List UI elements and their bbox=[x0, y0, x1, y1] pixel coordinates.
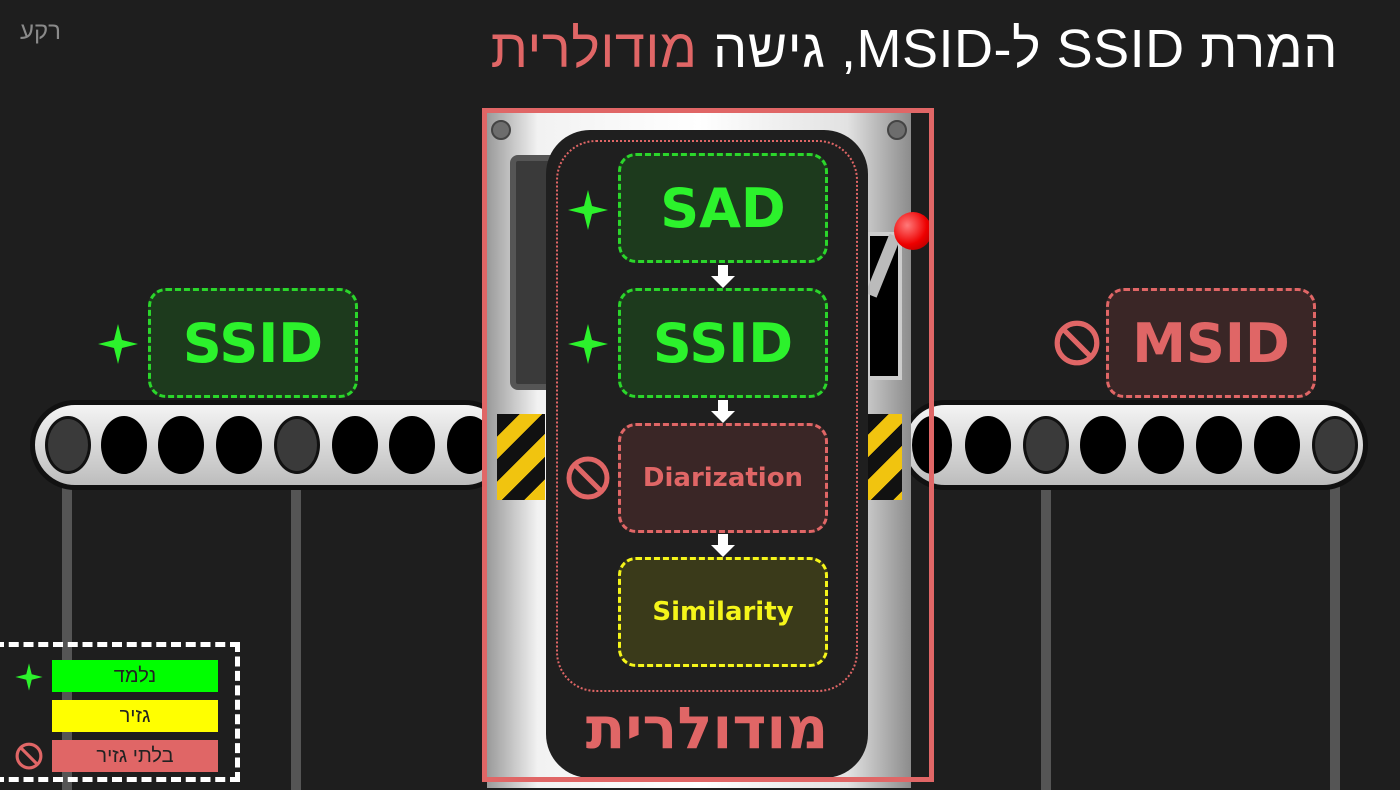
legend-item-learned: נלמד bbox=[52, 660, 218, 692]
corner-label: רקע bbox=[20, 18, 61, 45]
conveyor-roller bbox=[332, 416, 378, 474]
legend-item-differentiable: גזיר bbox=[52, 700, 218, 732]
conveyor-roller bbox=[101, 416, 147, 474]
legend-item-not-differentiable: בלתי גזיר bbox=[52, 740, 218, 772]
conveyor-roller bbox=[1254, 416, 1300, 474]
slide-title: המרת SSID ל-MSID, גישה מודולרית bbox=[491, 18, 1338, 80]
conveyor-roller bbox=[1138, 416, 1184, 474]
conveyor-roller bbox=[389, 416, 435, 474]
title-highlight: מודולרית bbox=[490, 19, 698, 79]
sparkle-icon bbox=[15, 663, 43, 691]
prohibited-icon bbox=[1054, 320, 1100, 366]
conveyor-pole bbox=[1330, 460, 1340, 790]
title-main: המרת SSID ל-MSID, גישה bbox=[712, 19, 1338, 79]
conveyor-roller bbox=[1023, 416, 1069, 474]
conveyor-pole bbox=[291, 460, 301, 790]
conveyor-roller bbox=[1196, 416, 1242, 474]
conveyor-pole bbox=[1041, 460, 1051, 790]
output-msid-box: MSID bbox=[1106, 288, 1316, 398]
conveyor-roller bbox=[274, 416, 320, 474]
conveyor-roller bbox=[216, 416, 262, 474]
conveyor-roller bbox=[1080, 416, 1126, 474]
modular-frame bbox=[482, 108, 934, 782]
input-ssid-box: SSID bbox=[148, 288, 358, 398]
conveyor-roller bbox=[965, 416, 1011, 474]
prohibited-icon bbox=[15, 742, 43, 770]
conveyor-roller bbox=[158, 416, 204, 474]
conveyor-roller bbox=[45, 416, 91, 474]
sparkle-icon bbox=[98, 324, 138, 364]
machine-label: מודולרית bbox=[585, 694, 829, 762]
conveyor-roller bbox=[1312, 416, 1358, 474]
